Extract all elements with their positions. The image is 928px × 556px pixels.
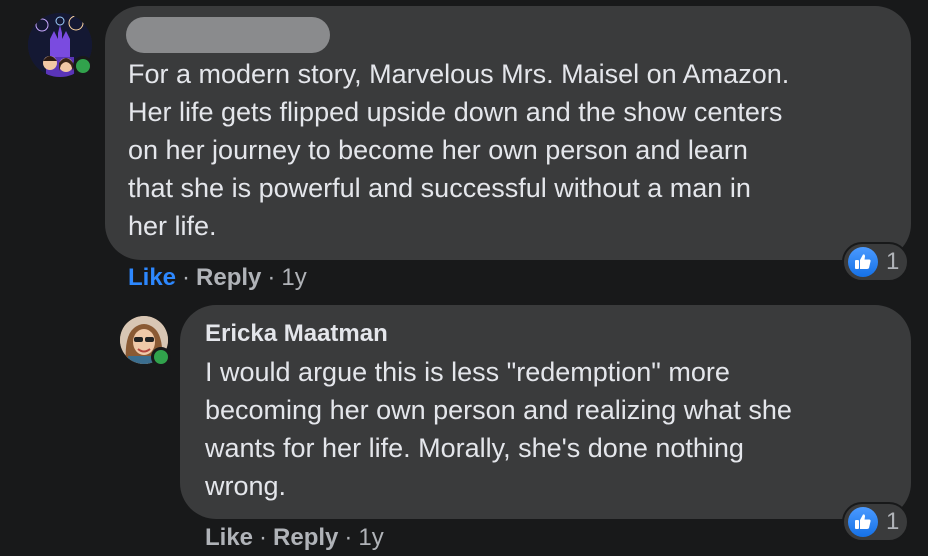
timestamp[interactable]: 1y <box>281 264 306 291</box>
separator: · <box>182 264 191 291</box>
reply-button[interactable]: Reply <box>196 264 261 291</box>
reply-button[interactable]: Reply <box>273 524 338 551</box>
reaction-count: 1 <box>886 248 900 275</box>
separator: · <box>344 524 353 551</box>
separator: · <box>267 264 276 291</box>
thumbs-up-icon <box>848 507 878 537</box>
comment-actions: Like · Reply · 1y <box>128 264 307 292</box>
thumbs-up-icon <box>848 247 878 277</box>
reaction-summary[interactable]: 1 <box>842 242 910 282</box>
comment-text: For a modern story, Marvelous Mrs. Maise… <box>128 59 790 241</box>
reaction-count: 1 <box>886 508 900 535</box>
separator: · <box>259 524 268 551</box>
redacted-author-name <box>126 17 330 53</box>
like-button[interactable]: Like <box>128 264 176 291</box>
online-status-indicator <box>151 347 171 367</box>
like-button[interactable]: Like <box>205 524 253 551</box>
author-name[interactable]: Ericka Maatman <box>205 320 388 348</box>
comment-actions: Like · Reply · 1y <box>205 524 384 552</box>
reaction-summary[interactable]: 1 <box>842 502 910 542</box>
comment-text: I would argue this is less "redemption" … <box>205 357 792 501</box>
online-status-indicator <box>73 56 93 76</box>
timestamp[interactable]: 1y <box>358 524 383 551</box>
